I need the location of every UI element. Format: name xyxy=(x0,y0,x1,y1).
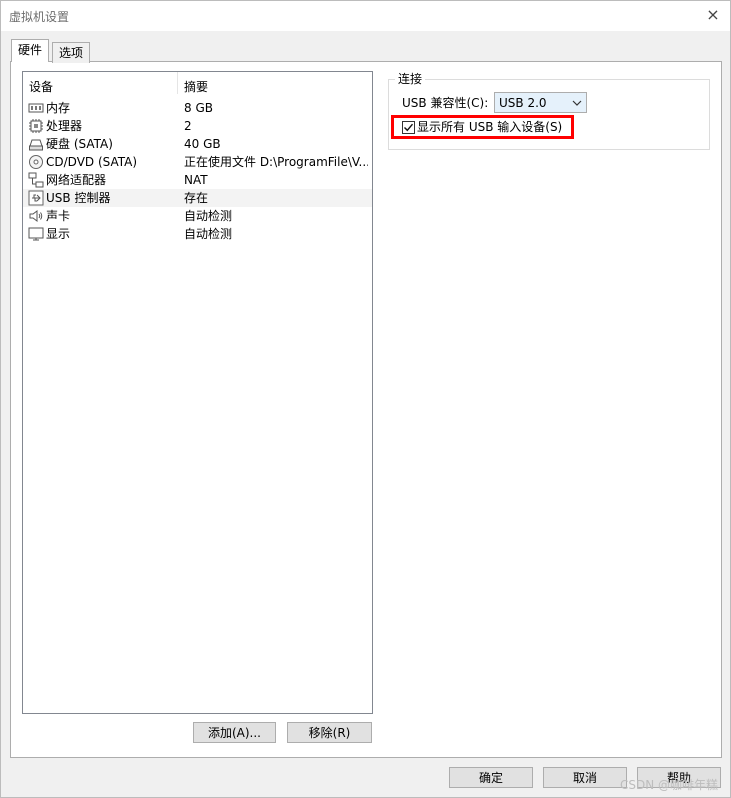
cancel-button[interactable]: 取消 xyxy=(543,767,627,788)
device-name: 声卡 xyxy=(46,209,71,223)
watermark: CSDN @咖啡年糕 xyxy=(620,778,719,792)
device-row-sound-card[interactable]: 声卡 自动检测 xyxy=(23,207,372,225)
tab-options[interactable]: 选项 xyxy=(52,42,91,63)
display-icon xyxy=(28,227,44,241)
close-icon[interactable]: × xyxy=(704,6,722,24)
device-name: CD/DVD (SATA) xyxy=(46,155,138,169)
usb-compat-label: USB 兼容性(C): xyxy=(402,96,489,110)
device-row-memory[interactable]: 内存 8 GB xyxy=(23,99,372,117)
device-row-usb-controller[interactable]: USB 控制器 存在 xyxy=(23,189,372,207)
device-name: 显示 xyxy=(46,227,71,241)
device-summary: 存在 xyxy=(184,191,209,205)
device-name: 网络适配器 xyxy=(46,173,107,187)
device-summary: 自动检测 xyxy=(184,209,233,223)
device-name: 内存 xyxy=(46,101,71,115)
hard-disk-icon xyxy=(29,139,43,151)
usb-controller-icon xyxy=(28,190,44,206)
ok-button[interactable]: 确定 xyxy=(449,767,533,788)
usb-compat-value: USB 2.0 xyxy=(499,96,547,110)
checkmark-icon xyxy=(404,123,414,132)
device-name: 硬盘 (SATA) xyxy=(46,137,113,151)
connection-legend: 连接 xyxy=(395,71,426,87)
device-summary: NAT xyxy=(184,173,208,187)
list-header: 设备 摘要 xyxy=(23,72,372,94)
chevron-down-icon xyxy=(572,100,582,106)
device-name: 处理器 xyxy=(46,119,83,133)
window-title: 虚拟机设置 xyxy=(9,10,70,24)
cd-dvd-icon xyxy=(29,155,43,169)
network-adapter-icon xyxy=(28,172,44,188)
add-button[interactable]: 添加(A)... xyxy=(193,722,276,743)
device-summary: 正在使用文件 D:\ProgramFile\V... xyxy=(184,155,368,169)
memory-icon xyxy=(28,103,44,113)
remove-button[interactable]: 移除(R) xyxy=(287,722,372,743)
device-name: USB 控制器 xyxy=(46,191,111,205)
device-summary: 自动检测 xyxy=(184,227,233,241)
device-row-display[interactable]: 显示 自动检测 xyxy=(23,225,372,243)
show-all-usb-checkbox[interactable] xyxy=(402,121,415,134)
usb-compat-select[interactable]: USB 2.0 xyxy=(494,92,587,113)
processor-icon xyxy=(29,119,43,133)
device-summary: 40 GB xyxy=(184,137,221,151)
column-separator[interactable] xyxy=(177,72,178,94)
column-header-device[interactable]: 设备 xyxy=(29,79,53,95)
device-row-processor[interactable]: 处理器 2 xyxy=(23,117,372,135)
device-list: 设备 摘要 内存 8 GB 处理器 2 硬盘 (SATA) 40 GB CD/D… xyxy=(22,71,373,714)
show-all-usb-label[interactable]: 显示所有 USB 输入设备(S) xyxy=(417,119,562,135)
title-bar: 虚拟机设置 × xyxy=(1,1,730,31)
tab-hardware[interactable]: 硬件 xyxy=(11,39,50,62)
column-header-summary[interactable]: 摘要 xyxy=(184,79,208,95)
device-row-hard-disk[interactable]: 硬盘 (SATA) 40 GB xyxy=(23,135,372,153)
device-summary: 8 GB xyxy=(184,101,213,115)
device-row-network-adapter[interactable]: 网络适配器 NAT xyxy=(23,171,372,189)
device-summary: 2 xyxy=(184,119,192,133)
device-row-cd-dvd[interactable]: CD/DVD (SATA) 正在使用文件 D:\ProgramFile\V... xyxy=(23,153,372,171)
sound-card-icon xyxy=(29,210,43,222)
